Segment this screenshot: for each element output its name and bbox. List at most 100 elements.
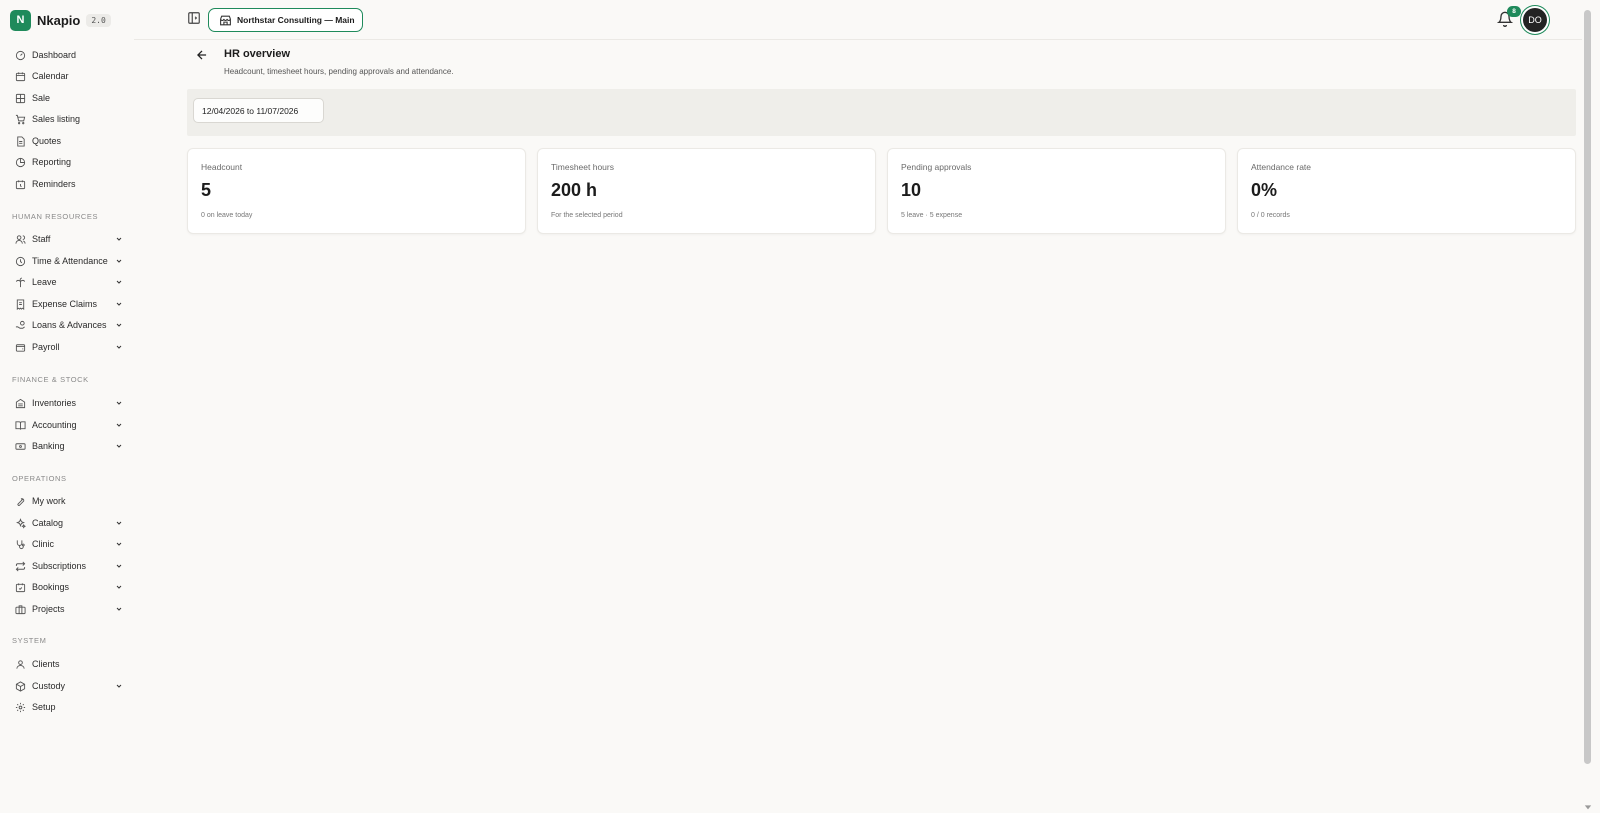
chevron-down-icon[interactable] [114, 234, 124, 244]
sidebar-item-label: Payroll [32, 342, 60, 352]
sidebar-item-label: Time & Attendance [32, 256, 108, 266]
sidebar-item-bookings[interactable]: Bookings [12, 578, 124, 596]
sidebar-item-sale[interactable]: Sale [12, 89, 124, 107]
sidebar-item-staff[interactable]: Staff [12, 230, 124, 248]
kpi-subtext: For the selected period [551, 212, 623, 219]
sidebar-item-quotes[interactable]: Quotes [12, 132, 124, 150]
sidebar-item-label: Clinic [32, 539, 55, 549]
sidebar-item-projects[interactable]: Projects [12, 600, 124, 618]
sidebar-item-loans-advances[interactable]: Loans & Advances [12, 316, 124, 334]
sparkles-icon [14, 517, 26, 529]
sidebar-item-label: My work [32, 496, 66, 506]
sidebar-item-label: Dashboard [32, 50, 77, 60]
brand[interactable]: N Nkapio 2.0 [10, 9, 111, 31]
chevron-down-icon[interactable] [114, 681, 124, 691]
sidebar-item-catalog[interactable]: Catalog [12, 514, 124, 532]
gauge-icon [14, 49, 26, 61]
top-bar: Northstar Consulting — Main 8 DO [134, 0, 1588, 40]
chevron-down-icon[interactable] [114, 256, 124, 266]
scroll-down-arrow-icon[interactable] [1584, 803, 1592, 811]
sidebar-item-calendar[interactable]: Calendar [12, 67, 124, 85]
notification-count-badge: 8 [1507, 6, 1521, 17]
sidebar-toggle-icon[interactable] [187, 11, 201, 25]
sidebar-item-leave[interactable]: Leave [12, 273, 124, 291]
chevron-down-icon[interactable] [114, 561, 124, 571]
sidebar-item-payroll[interactable]: Payroll [12, 338, 124, 356]
gear-icon [14, 701, 26, 713]
sidebar-item-clinic[interactable]: Clinic [12, 535, 124, 553]
date-range-input[interactable]: 12/04/2026 to 11/07/2026 [193, 98, 324, 123]
sidebar-item-dashboard[interactable]: Dashboard [12, 46, 124, 64]
book-icon [14, 419, 26, 431]
sidebar-item-label: Inventories [32, 398, 77, 408]
users-icon [14, 233, 26, 245]
sidebar-item-label: Banking [32, 441, 65, 451]
section-title-finance-stock: FINANCE & STOCK [12, 375, 89, 384]
sidebar-item-label: Reporting [32, 157, 72, 167]
kpi-subtext: 0 on leave today [201, 212, 253, 219]
chevron-down-icon[interactable] [114, 320, 124, 330]
section-title-operations: OPERATIONS [12, 474, 67, 483]
kpi-card-attendance-rate: Attendance rate 0% 0 / 0 records [1237, 148, 1576, 234]
chevron-down-icon[interactable] [114, 342, 124, 352]
sidebar-item-time-attendance[interactable]: Time & Attendance [12, 252, 124, 270]
sidebar-item-label: Bookings [32, 582, 70, 592]
sidebar-item-label: Setup [32, 702, 56, 712]
section-title-human-resources: HUMAN RESOURCES [12, 212, 99, 221]
chevron-down-icon[interactable] [114, 398, 124, 408]
sidebar-item-label: Clients [32, 659, 60, 669]
chevron-down-icon[interactable] [114, 420, 124, 430]
scrollbar-thumb[interactable] [1584, 10, 1591, 764]
company-switcher-button[interactable]: Northstar Consulting — Main [208, 8, 363, 32]
sidebar-item-setup[interactable]: Setup [12, 698, 124, 716]
chevron-down-icon[interactable] [114, 277, 124, 287]
sidebar-item-expense-claims[interactable]: Expense Claims [12, 295, 124, 313]
kpi-card-headcount: Headcount 5 0 on leave today [187, 148, 526, 234]
sidebar-item-clients[interactable]: Clients [12, 655, 124, 673]
chevron-down-icon[interactable] [114, 441, 124, 451]
kpi-card-timesheet-hours: Timesheet hours 200 h For the selected p… [537, 148, 876, 234]
grid-icon [14, 92, 26, 104]
kpi-label: Attendance rate [1251, 162, 1312, 172]
sidebar-item-reporting[interactable]: Reporting [12, 153, 124, 171]
sidebar-item-label: Custody [32, 681, 66, 691]
calendar-icon [14, 70, 26, 82]
filter-bar: 12/04/2026 to 11/07/2026 [187, 89, 1576, 136]
chevron-down-icon[interactable] [114, 539, 124, 549]
sidebar-item-label: Reminders [32, 179, 76, 189]
repeat-icon [14, 560, 26, 572]
cart-icon [14, 113, 26, 125]
wrench-icon [14, 495, 26, 507]
sidebar-item-reminders[interactable]: Reminders [12, 175, 124, 193]
sidebar-item-my-work[interactable]: My work [12, 492, 124, 510]
calendar-clock-icon [14, 178, 26, 190]
kpi-label: Timesheet hours [551, 162, 614, 172]
sidebar-item-inventories[interactable]: Inventories [12, 394, 124, 412]
pie-chart-icon [14, 156, 26, 168]
sidebar-item-custody[interactable]: Custody [12, 677, 124, 695]
stethoscope-icon [14, 538, 26, 550]
clock-icon [14, 255, 26, 267]
warehouse-icon [14, 397, 26, 409]
sidebar-item-banking[interactable]: Banking [12, 437, 124, 455]
sidebar-item-accounting[interactable]: Accounting [12, 416, 124, 434]
sidebar-item-sales-listing[interactable]: Sales listing [12, 110, 124, 128]
chevron-down-icon[interactable] [114, 582, 124, 592]
banknote-icon [14, 440, 26, 452]
chevron-down-icon[interactable] [114, 604, 124, 614]
sidebar-item-label: Accounting [32, 420, 77, 430]
avatar[interactable]: DO [1523, 8, 1547, 32]
page-title: HR overview [224, 48, 291, 60]
sidebar-item-label: Leave [32, 277, 57, 287]
sidebar-item-label: Loans & Advances [32, 320, 107, 330]
package-icon [14, 680, 26, 692]
kpi-value: 0% [1251, 180, 1278, 200]
sidebar: N Nkapio 2.0 Dashboard Calendar Sale Sal… [0, 0, 134, 813]
brand-name: Nkapio [37, 12, 81, 28]
chevron-down-icon[interactable] [114, 518, 124, 528]
sidebar-item-subscriptions[interactable]: Subscriptions [12, 557, 124, 575]
chevron-down-icon[interactable] [114, 299, 124, 309]
kpi-value: 5 [201, 180, 212, 200]
back-arrow-icon[interactable] [195, 48, 209, 62]
sidebar-item-label: Sale [32, 93, 51, 103]
